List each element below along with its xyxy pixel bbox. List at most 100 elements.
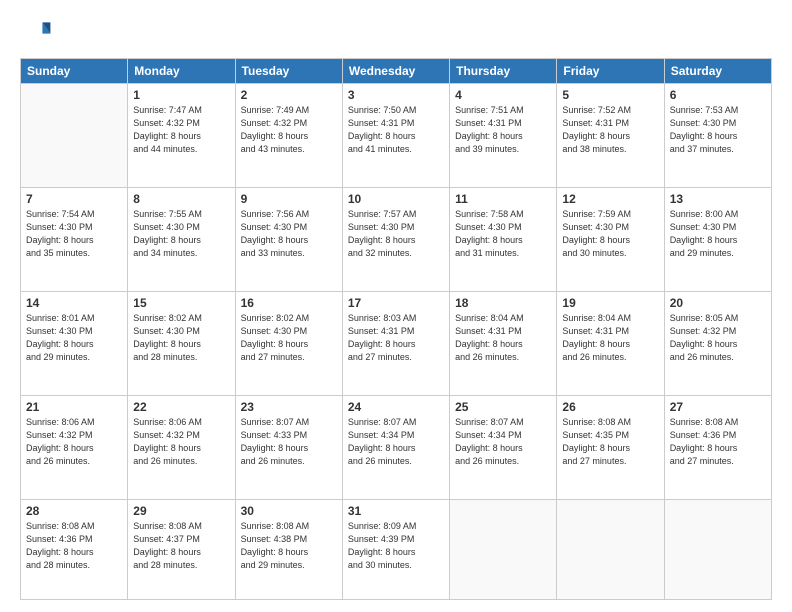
calendar-week-4: 21Sunrise: 8:06 AM Sunset: 4:32 PM Dayli… xyxy=(21,395,772,499)
day-info: Sunrise: 7:56 AM Sunset: 4:30 PM Dayligh… xyxy=(241,208,337,260)
calendar-cell: 31 Sunrise: 8:09 AM Sunset: 4:39 PM Dayli… xyxy=(342,499,449,599)
calendar-header-row: SundayMondayTuesdayWednesdayThursdayFrid… xyxy=(21,59,772,84)
day-number: 4 xyxy=(455,88,551,102)
calendar-cell: 27 Sunrise: 8:08 AM Sunset: 4:36 PM Dayli… xyxy=(664,395,771,499)
day-number: 7 xyxy=(26,192,122,206)
calendar-cell: 18 Sunrise: 8:04 AM Sunset: 4:31 PM Dayli… xyxy=(450,291,557,395)
day-number: 27 xyxy=(670,400,766,414)
day-info: Sunrise: 7:53 AM Sunset: 4:30 PM Dayligh… xyxy=(670,104,766,156)
day-number: 15 xyxy=(133,296,229,310)
day-number: 17 xyxy=(348,296,444,310)
calendar-cell xyxy=(557,499,664,599)
calendar-cell: 7 Sunrise: 7:54 AM Sunset: 4:30 PM Daylig… xyxy=(21,187,128,291)
header xyxy=(20,16,772,48)
day-info: Sunrise: 7:51 AM Sunset: 4:31 PM Dayligh… xyxy=(455,104,551,156)
calendar-cell: 20 Sunrise: 8:05 AM Sunset: 4:32 PM Dayli… xyxy=(664,291,771,395)
day-info: Sunrise: 8:08 AM Sunset: 4:38 PM Dayligh… xyxy=(241,520,337,572)
calendar-cell: 13 Sunrise: 8:00 AM Sunset: 4:30 PM Dayli… xyxy=(664,187,771,291)
day-number: 29 xyxy=(133,504,229,518)
day-info: Sunrise: 8:06 AM Sunset: 4:32 PM Dayligh… xyxy=(133,416,229,468)
day-info: Sunrise: 8:09 AM Sunset: 4:39 PM Dayligh… xyxy=(348,520,444,572)
day-number: 30 xyxy=(241,504,337,518)
day-number: 10 xyxy=(348,192,444,206)
calendar-cell xyxy=(21,84,128,188)
day-number: 18 xyxy=(455,296,551,310)
day-info: Sunrise: 8:04 AM Sunset: 4:31 PM Dayligh… xyxy=(455,312,551,364)
calendar-cell: 14 Sunrise: 8:01 AM Sunset: 4:30 PM Dayli… xyxy=(21,291,128,395)
day-info: Sunrise: 8:02 AM Sunset: 4:30 PM Dayligh… xyxy=(133,312,229,364)
calendar-cell xyxy=(450,499,557,599)
calendar-cell: 12 Sunrise: 7:59 AM Sunset: 4:30 PM Dayli… xyxy=(557,187,664,291)
day-number: 8 xyxy=(133,192,229,206)
page: SundayMondayTuesdayWednesdayThursdayFrid… xyxy=(0,0,792,612)
calendar-cell: 6 Sunrise: 7:53 AM Sunset: 4:30 PM Daylig… xyxy=(664,84,771,188)
day-info: Sunrise: 8:04 AM Sunset: 4:31 PM Dayligh… xyxy=(562,312,658,364)
calendar-cell: 4 Sunrise: 7:51 AM Sunset: 4:31 PM Daylig… xyxy=(450,84,557,188)
day-number: 16 xyxy=(241,296,337,310)
day-info: Sunrise: 8:07 AM Sunset: 4:33 PM Dayligh… xyxy=(241,416,337,468)
calendar-cell: 19 Sunrise: 8:04 AM Sunset: 4:31 PM Dayli… xyxy=(557,291,664,395)
calendar-cell: 15 Sunrise: 8:02 AM Sunset: 4:30 PM Dayli… xyxy=(128,291,235,395)
day-info: Sunrise: 8:00 AM Sunset: 4:30 PM Dayligh… xyxy=(670,208,766,260)
calendar-cell: 10 Sunrise: 7:57 AM Sunset: 4:30 PM Dayli… xyxy=(342,187,449,291)
calendar-cell: 26 Sunrise: 8:08 AM Sunset: 4:35 PM Dayli… xyxy=(557,395,664,499)
col-header-thursday: Thursday xyxy=(450,59,557,84)
day-info: Sunrise: 7:52 AM Sunset: 4:31 PM Dayligh… xyxy=(562,104,658,156)
day-info: Sunrise: 8:05 AM Sunset: 4:32 PM Dayligh… xyxy=(670,312,766,364)
calendar-cell: 25 Sunrise: 8:07 AM Sunset: 4:34 PM Dayli… xyxy=(450,395,557,499)
day-number: 23 xyxy=(241,400,337,414)
day-number: 12 xyxy=(562,192,658,206)
calendar-cell: 22 Sunrise: 8:06 AM Sunset: 4:32 PM Dayli… xyxy=(128,395,235,499)
day-info: Sunrise: 7:58 AM Sunset: 4:30 PM Dayligh… xyxy=(455,208,551,260)
day-number: 3 xyxy=(348,88,444,102)
calendar-cell: 5Sunrise: 7:52 AM Sunset: 4:31 PM Daylig… xyxy=(557,84,664,188)
day-number: 6 xyxy=(670,88,766,102)
col-header-tuesday: Tuesday xyxy=(235,59,342,84)
day-number: 13 xyxy=(670,192,766,206)
day-info: Sunrise: 7:50 AM Sunset: 4:31 PM Dayligh… xyxy=(348,104,444,156)
calendar-week-3: 14 Sunrise: 8:01 AM Sunset: 4:30 PM Dayli… xyxy=(21,291,772,395)
day-info: Sunrise: 8:06 AM Sunset: 4:32 PM Dayligh… xyxy=(26,416,122,468)
day-info: Sunrise: 7:47 AM Sunset: 4:32 PM Dayligh… xyxy=(133,104,229,156)
day-info: Sunrise: 8:08 AM Sunset: 4:37 PM Dayligh… xyxy=(133,520,229,572)
calendar-cell: 16 Sunrise: 8:02 AM Sunset: 4:30 PM Dayli… xyxy=(235,291,342,395)
calendar-cell: 11Sunrise: 7:58 AM Sunset: 4:30 PM Dayli… xyxy=(450,187,557,291)
calendar-week-1: 1Sunrise: 7:47 AM Sunset: 4:32 PM Daylig… xyxy=(21,84,772,188)
day-number: 22 xyxy=(133,400,229,414)
calendar-cell: 23 Sunrise: 8:07 AM Sunset: 4:33 PM Dayli… xyxy=(235,395,342,499)
calendar-cell: 8Sunrise: 7:55 AM Sunset: 4:30 PM Daylig… xyxy=(128,187,235,291)
calendar-cell: 9 Sunrise: 7:56 AM Sunset: 4:30 PM Daylig… xyxy=(235,187,342,291)
day-info: Sunrise: 8:03 AM Sunset: 4:31 PM Dayligh… xyxy=(348,312,444,364)
day-number: 28 xyxy=(26,504,122,518)
day-number: 24 xyxy=(348,400,444,414)
col-header-monday: Monday xyxy=(128,59,235,84)
calendar-cell: 28 Sunrise: 8:08 AM Sunset: 4:36 PM Dayli… xyxy=(21,499,128,599)
day-info: Sunrise: 8:01 AM Sunset: 4:30 PM Dayligh… xyxy=(26,312,122,364)
day-number: 14 xyxy=(26,296,122,310)
col-header-wednesday: Wednesday xyxy=(342,59,449,84)
day-info: Sunrise: 7:54 AM Sunset: 4:30 PM Dayligh… xyxy=(26,208,122,260)
day-number: 20 xyxy=(670,296,766,310)
day-info: Sunrise: 7:57 AM Sunset: 4:30 PM Dayligh… xyxy=(348,208,444,260)
day-number: 31 xyxy=(348,504,444,518)
logo-icon xyxy=(20,16,52,48)
day-info: Sunrise: 8:08 AM Sunset: 4:36 PM Dayligh… xyxy=(670,416,766,468)
day-info: Sunrise: 8:02 AM Sunset: 4:30 PM Dayligh… xyxy=(241,312,337,364)
day-number: 9 xyxy=(241,192,337,206)
day-info: Sunrise: 8:07 AM Sunset: 4:34 PM Dayligh… xyxy=(348,416,444,468)
calendar-cell: 1Sunrise: 7:47 AM Sunset: 4:32 PM Daylig… xyxy=(128,84,235,188)
day-number: 26 xyxy=(562,400,658,414)
day-info: Sunrise: 8:07 AM Sunset: 4:34 PM Dayligh… xyxy=(455,416,551,468)
day-number: 25 xyxy=(455,400,551,414)
calendar-week-5: 28 Sunrise: 8:08 AM Sunset: 4:36 PM Dayli… xyxy=(21,499,772,599)
logo xyxy=(20,16,56,48)
day-info: Sunrise: 8:08 AM Sunset: 4:35 PM Dayligh… xyxy=(562,416,658,468)
col-header-friday: Friday xyxy=(557,59,664,84)
day-number: 2 xyxy=(241,88,337,102)
calendar-cell: 29 Sunrise: 8:08 AM Sunset: 4:37 PM Dayli… xyxy=(128,499,235,599)
day-number: 19 xyxy=(562,296,658,310)
calendar-cell: 2Sunrise: 7:49 AM Sunset: 4:32 PM Daylig… xyxy=(235,84,342,188)
calendar-cell: 30 Sunrise: 8:08 AM Sunset: 4:38 PM Dayli… xyxy=(235,499,342,599)
day-info: Sunrise: 8:08 AM Sunset: 4:36 PM Dayligh… xyxy=(26,520,122,572)
day-info: Sunrise: 7:59 AM Sunset: 4:30 PM Dayligh… xyxy=(562,208,658,260)
